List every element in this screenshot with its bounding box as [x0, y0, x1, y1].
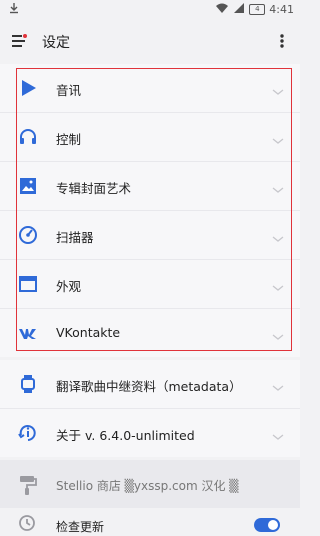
wifi-icon	[215, 2, 229, 17]
chevron-down-icon	[272, 378, 284, 391]
window-icon	[18, 274, 38, 294]
scanner-icon	[18, 225, 38, 245]
status-right: 4 4:41	[215, 2, 294, 17]
settings-item-album-art[interactable]: 专辑封面艺术	[0, 162, 300, 210]
settings-item-scanner[interactable]: 扫描器	[0, 211, 300, 259]
chevron-down-icon	[272, 82, 284, 95]
signal-icon	[233, 2, 245, 17]
more-vertical-icon[interactable]	[274, 32, 290, 50]
battery-icon: 4	[249, 4, 266, 15]
check-update-row[interactable]: 检查更新	[0, 510, 300, 534]
settings-item-label: VKontakte	[56, 325, 121, 340]
settings-item-label: 专辑封面艺术	[56, 181, 132, 196]
status-time: 4:41	[269, 3, 294, 16]
check-update-toggle[interactable]	[254, 518, 280, 532]
settings-item-controls[interactable]: 控制	[0, 113, 300, 161]
settings-item-label: 翻译歌曲中继资料（metadata）	[56, 379, 242, 394]
stellio-store-item[interactable]: Stellio 商店 ▒yxssp.com 汉化 ▒	[0, 460, 300, 508]
settings-item-translate-metadata[interactable]: 翻译歌曲中继资料（metadata）	[0, 360, 300, 408]
play-icon	[18, 78, 38, 98]
status-bar: 4 4:41	[0, 0, 300, 22]
chevron-down-icon	[272, 131, 284, 144]
vk-icon	[18, 323, 38, 343]
settings-item-vkontakte[interactable]: VKontakte	[0, 309, 300, 357]
chevron-down-icon	[272, 327, 284, 340]
toggle-knob	[268, 520, 278, 530]
stellio-store-label: Stellio 商店 ▒yxssp.com 汉化 ▒	[56, 479, 239, 493]
settings-item-label: 外观	[56, 279, 82, 294]
watch-icon	[18, 374, 38, 394]
update-icon	[18, 514, 36, 532]
settings-item-label: 关于 v. 6.4.0-unlimited	[56, 428, 195, 443]
settings-item-appearance[interactable]: 外观	[0, 260, 300, 308]
settings-item-about[interactable]: 关于 v. 6.4.0-unlimited	[0, 409, 300, 457]
headphones-icon	[18, 127, 38, 147]
hamburger-icon[interactable]	[10, 32, 30, 50]
app-bar: 设定	[0, 22, 300, 62]
page-title: 设定	[42, 35, 70, 51]
settings-item-label: 控制	[56, 132, 82, 147]
chevron-down-icon	[272, 427, 284, 440]
download-arrow-icon	[8, 2, 20, 17]
info-icon	[18, 423, 38, 443]
chevron-down-icon	[272, 229, 284, 242]
paint-roller-icon	[18, 474, 38, 496]
chevron-down-icon	[272, 278, 284, 291]
battery-level: 4	[255, 5, 260, 13]
chevron-down-icon	[272, 180, 284, 193]
settings-item-label: 音讯	[56, 83, 82, 98]
image-icon	[18, 176, 38, 196]
settings-item-audio[interactable]: 音讯	[0, 64, 300, 112]
check-update-label: 检查更新	[56, 520, 105, 534]
settings-item-label: 扫描器	[56, 230, 94, 245]
